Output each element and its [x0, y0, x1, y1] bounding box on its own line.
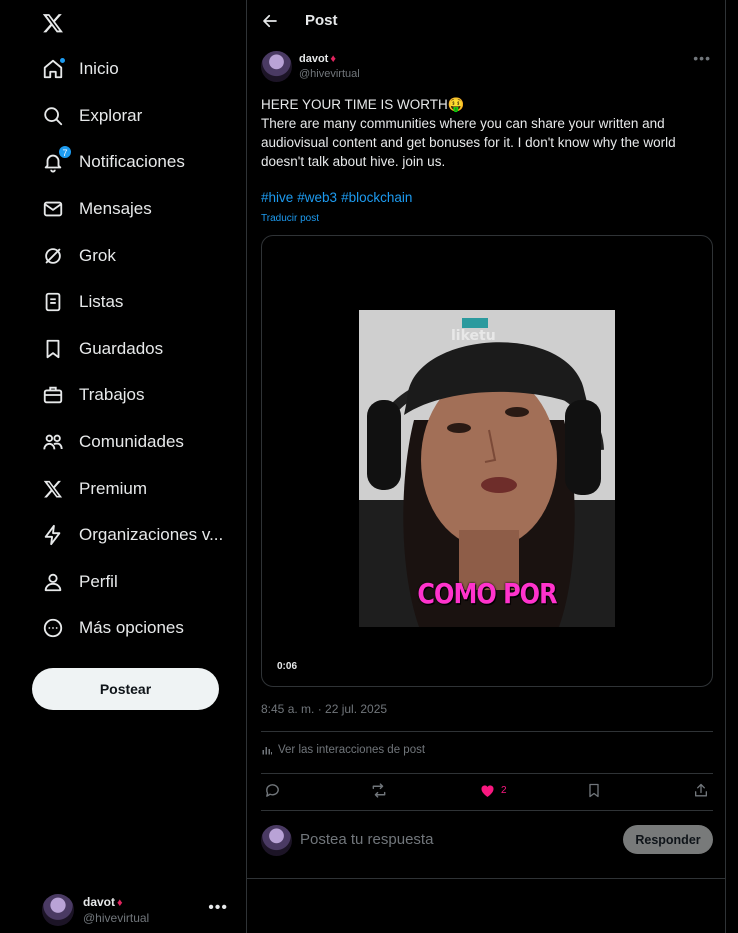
post-button[interactable]: Postear — [32, 668, 219, 710]
account-more-icon[interactable]: ••• — [208, 899, 228, 917]
profile-icon — [40, 569, 66, 595]
reply-icon[interactable] — [264, 782, 281, 799]
x-premium-icon — [40, 476, 66, 502]
view-interactions-label: Ver las interacciones de post — [278, 744, 426, 756]
reply-button[interactable]: Responder — [623, 825, 713, 854]
page-title: Post — [305, 12, 338, 29]
sidebar-item-guardados[interactable]: Guardados — [30, 329, 163, 369]
author-info: davot ♦ @hivevirtual — [299, 52, 360, 82]
reply-composer: Postea tu respuesta Responder — [261, 824, 713, 858]
briefcase-icon — [40, 382, 66, 408]
sidebar-item-label: Listas — [79, 292, 124, 311]
post-text: HERE YOUR TIME IS WORTH🤑 There are many … — [261, 95, 711, 171]
author-name-row: davot ♦ — [299, 52, 360, 67]
sidebar-item-label: Perfil — [79, 572, 118, 591]
sidebar-item-label: Premium — [79, 479, 148, 498]
sidebar-item-mas-opciones[interactable]: Más opciones — [30, 608, 184, 648]
sidebar-item-label: Mensajes — [79, 199, 152, 218]
search-icon — [40, 103, 66, 129]
diamond-icon: ♦ — [330, 52, 336, 65]
sidebar-item-mensajes[interactable]: Mensajes — [30, 189, 152, 229]
video-player[interactable]: liketu COMO POR 0:06 — [261, 235, 713, 687]
post-author[interactable]: davot ♦ @hivevirtual — [261, 51, 360, 82]
main-column: Post davot ♦ @hivevirtual ••• HERE YOUR T… — [246, 0, 726, 933]
post-actions: 2 — [261, 780, 713, 804]
back-arrow-icon[interactable] — [261, 12, 279, 30]
sidebar-item-label: Organizaciones v... — [79, 525, 224, 544]
post-text-body: There are many communities where you can… — [261, 116, 676, 169]
sidebar-item-label: Guardados — [79, 339, 164, 358]
share-icon[interactable] — [693, 782, 709, 799]
analytics-icon — [262, 747, 272, 755]
sidebar-item-listas[interactable]: Listas — [30, 282, 123, 322]
video-frame[interactable]: liketu COMO POR — [359, 310, 615, 627]
divider — [261, 810, 713, 811]
sidebar-item-organizaciones[interactable]: Organizaciones v... — [30, 515, 223, 555]
lightning-icon — [40, 522, 66, 548]
like-button[interactable]: 2 — [479, 782, 507, 799]
sidebar-item-perfil[interactable]: Perfil — [30, 562, 118, 602]
account-info: davot ♦ @hivevirtual — [83, 895, 149, 926]
sidebar-item-label: Grok — [79, 246, 116, 265]
sidebar-item-label: Más opciones — [79, 618, 184, 637]
sidebar-item-inicio[interactable]: Inicio — [30, 49, 119, 89]
sidebar: Inicio Explorar 7 Notificaciones Mensaje… — [0, 0, 246, 933]
translate-link[interactable]: Traducir post — [261, 213, 319, 224]
notification-badge: 7 — [58, 145, 72, 159]
bookmark-icon — [40, 336, 66, 362]
grok-icon — [40, 243, 66, 269]
author-handle[interactable]: @hivevirtual — [299, 67, 360, 82]
avatar — [42, 894, 74, 926]
post-text-line: HERE YOUR TIME IS WORTH🤑 — [261, 97, 465, 112]
home-icon — [40, 56, 66, 82]
sidebar-item-grok[interactable]: Grok — [30, 236, 116, 276]
sidebar-item-trabajos[interactable]: Trabajos — [30, 375, 145, 415]
divider — [247, 878, 725, 879]
sidebar-item-label: Trabajos — [79, 385, 145, 404]
hashtag-link[interactable]: #hive — [261, 190, 293, 205]
bell-icon: 7 — [40, 145, 72, 175]
unread-dot — [59, 57, 66, 64]
header: Post — [247, 0, 725, 42]
avatar[interactable] — [261, 51, 292, 82]
video-caption: COMO POR — [417, 577, 557, 611]
more-circle-icon — [40, 615, 66, 641]
account-switcher[interactable]: davot ♦ @hivevirtual ••• — [42, 893, 242, 927]
sidebar-item-comunidades[interactable]: Comunidades — [30, 422, 184, 462]
repost-icon[interactable] — [370, 782, 388, 799]
avatar — [261, 825, 292, 856]
heart-icon — [481, 785, 494, 797]
bookmark-action-icon[interactable] — [586, 782, 602, 799]
communities-icon — [40, 429, 66, 455]
divider — [261, 773, 713, 774]
list-icon — [40, 289, 66, 315]
sidebar-item-label: Notificaciones — [79, 152, 185, 171]
sidebar-item-premium[interactable]: Premium — [30, 469, 147, 509]
author-name[interactable]: davot — [299, 53, 328, 65]
sidebar-item-explorar[interactable]: Explorar — [30, 96, 142, 136]
like-count: 2 — [501, 785, 507, 796]
divider — [261, 731, 713, 732]
hashtag-link[interactable]: #blockchain — [341, 190, 412, 205]
sidebar-item-label: Comunidades — [79, 432, 184, 451]
hashtag-link[interactable]: #web3 — [297, 190, 337, 205]
account-name: davot — [83, 894, 116, 909]
mail-icon — [40, 196, 66, 222]
sidebar-item-label: Explorar — [79, 106, 143, 125]
sidebar-item-notificaciones[interactable]: 7 Notificaciones — [30, 142, 185, 182]
account-name-row: davot ♦ — [83, 895, 149, 911]
reply-input[interactable]: Postea tu respuesta — [300, 831, 433, 848]
diamond-icon: ♦ — [117, 896, 123, 909]
hashtags: #hive #web3 #blockchain — [261, 190, 416, 205]
post-more-icon[interactable]: ••• — [693, 50, 711, 66]
account-handle: @hivevirtual — [83, 910, 150, 925]
post-timestamp[interactable]: 8:45 a. m. · 22 jul. 2025 — [261, 702, 387, 716]
sidebar-item-label: Inicio — [79, 59, 119, 78]
cap-text: liketu — [451, 328, 496, 344]
view-interactions-link[interactable]: Ver las interacciones de post — [261, 744, 425, 756]
video-duration: 0:06 — [277, 661, 298, 672]
x-logo-icon[interactable] — [38, 8, 68, 38]
